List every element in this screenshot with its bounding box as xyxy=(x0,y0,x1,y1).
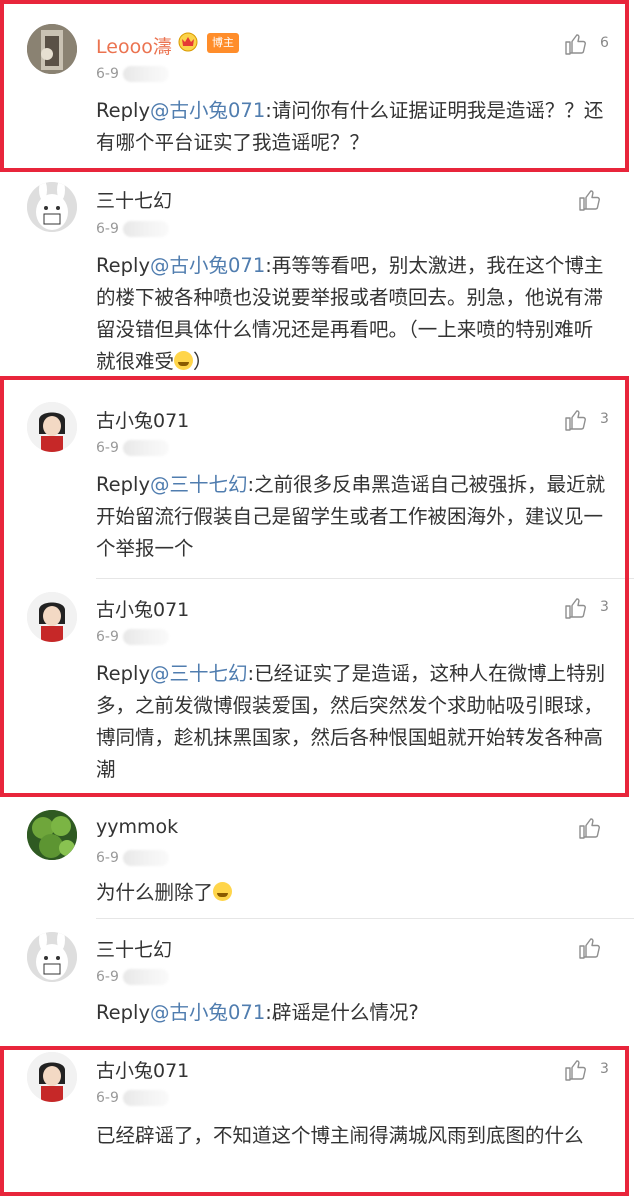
avatar[interactable] xyxy=(27,592,77,642)
thumbs-up-icon[interactable] xyxy=(578,188,602,212)
comment-item: 古小兔071 6-9 已经辟谣了，不知道这个博主闹得满城风雨到底图的什么 3 xyxy=(0,1046,634,1200)
timestamp: 6-9 xyxy=(96,969,169,985)
comment-item: yymmok 6-9 为什么删除了 xyxy=(0,800,634,915)
laugh-cry-emoji-icon xyxy=(174,351,194,370)
avatar[interactable] xyxy=(27,402,77,452)
mention-link[interactable]: @古小兔071 xyxy=(150,254,265,277)
avatar[interactable] xyxy=(27,932,77,982)
comment-item: 三十七幻 6-9 Reply@古小兔071:辟谣是什么情况? xyxy=(0,918,634,1043)
host-badge: 博主 xyxy=(207,33,239,53)
sad-emoji-icon xyxy=(213,882,233,901)
mention-link[interactable]: @三十七幻 xyxy=(150,662,248,685)
timestamp: 6-9 xyxy=(96,440,169,456)
mention-link[interactable]: @古小兔071 xyxy=(150,1001,265,1024)
avatar[interactable] xyxy=(27,1052,77,1102)
thumbs-up-icon[interactable] xyxy=(564,596,588,620)
thumbs-up-icon[interactable] xyxy=(564,32,588,56)
comment-item: 古小兔071 6-9 Reply@三十七幻:已经证实了是造谣，这种人在微博上特别… xyxy=(0,578,634,796)
crown-badge-icon xyxy=(178,32,198,52)
like-count: 3 xyxy=(600,1061,609,1077)
like-count: 3 xyxy=(600,411,609,427)
username[interactable]: 古小兔071 xyxy=(96,1056,189,1083)
timestamp: 6-9 xyxy=(96,850,169,866)
thumbs-up-icon[interactable] xyxy=(578,816,602,840)
thumbs-up-icon[interactable] xyxy=(564,1058,588,1082)
comment-text: 已经辟谣了，不知道这个博主闹得满城风雨到底图的什么 xyxy=(96,1124,584,1147)
thumbs-up-icon[interactable] xyxy=(564,408,588,432)
timestamp: 6-9 xyxy=(96,221,169,237)
comment-text: 为什么删除了 xyxy=(96,877,608,909)
username[interactable]: 古小兔071 xyxy=(96,406,189,433)
avatar[interactable] xyxy=(27,24,77,74)
comment-text: Reply@三十七幻:之前很多反串黑造谣自己被强拆，最近就开始留流行假装自己是留… xyxy=(96,473,606,560)
comment-text: Reply@古小兔071:再等等看吧，别太激进，我在这个博主的楼下被各种喷也没说… xyxy=(96,254,604,373)
mention-link[interactable]: @三十七幻 xyxy=(150,473,248,496)
username[interactable]: yymmok xyxy=(96,816,178,838)
thumbs-up-icon[interactable] xyxy=(578,936,602,960)
timestamp: 6-9 xyxy=(96,1090,169,1106)
username[interactable]: 三十七幻 xyxy=(96,186,172,213)
comment-text: Reply@古小兔071:辟谣是什么情况? xyxy=(96,1001,419,1024)
username[interactable]: 三十七幻 xyxy=(96,935,172,962)
comment-item: 古小兔071 6-9 Reply@三十七幻:之前很多反串黑造谣自己被强拆，最近就… xyxy=(0,380,634,580)
avatar[interactable] xyxy=(27,810,77,860)
username[interactable]: Leooo濤 xyxy=(96,32,172,59)
comment-item: 三十七幻 6-9 Reply@古小兔071:再等等看吧，别太激进，我在这个博主的… xyxy=(0,172,634,377)
avatar[interactable] xyxy=(27,182,77,232)
comment-item: Leooo濤 博主 6-9 Reply@古小兔071:请问你有什么证据证明我是造… xyxy=(0,0,634,178)
timestamp: 6-9 xyxy=(96,66,169,82)
like-count: 6 xyxy=(600,35,609,51)
timestamp: 6-9 xyxy=(96,629,169,645)
username[interactable]: 古小兔071 xyxy=(96,595,189,622)
like-count: 3 xyxy=(600,599,609,615)
mention-link[interactable]: @古小兔071 xyxy=(150,99,265,122)
comment-text: Reply@三十七幻:已经证实了是造谣，这种人在微博上特别多，之前发微博假装爱国… xyxy=(96,662,606,781)
comment-text: Reply@古小兔071:请问你有什么证据证明我是造谣？？还有哪个平台证实了我造… xyxy=(96,99,604,154)
